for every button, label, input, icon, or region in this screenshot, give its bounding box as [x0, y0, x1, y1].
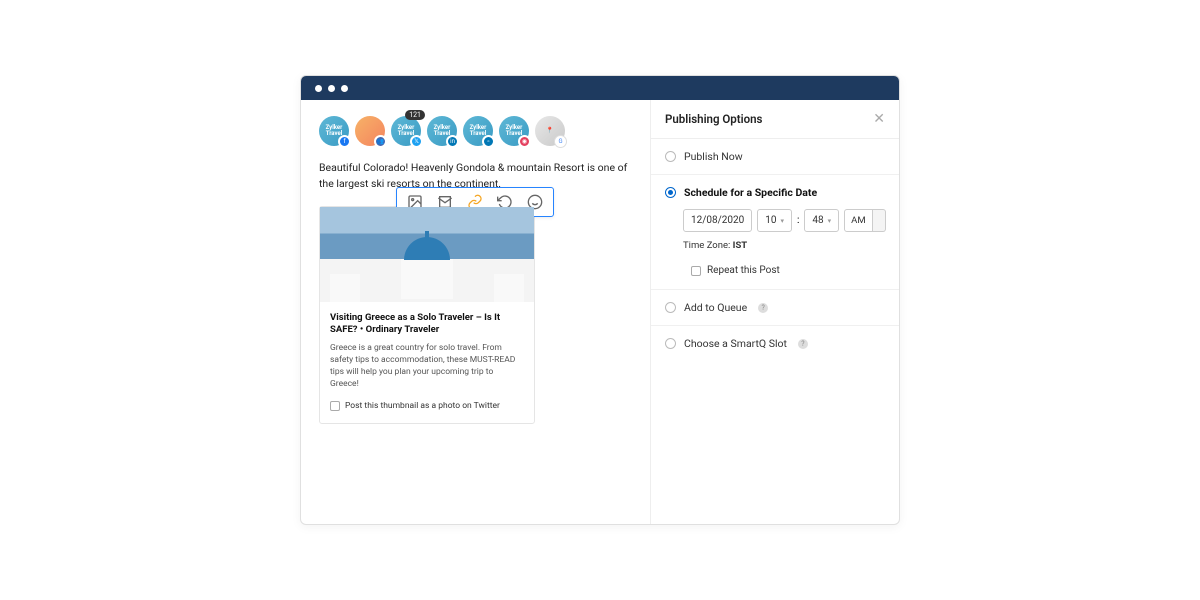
- radio-icon[interactable]: [665, 151, 676, 162]
- panel-title: Publishing Options: [665, 112, 762, 126]
- help-icon[interactable]: ?: [798, 339, 808, 349]
- channel-twitter[interactable]: 121 Zylker Travel 𝕏: [391, 116, 421, 146]
- preview-body: Visiting Greece as a Solo Traveler – Is …: [320, 302, 534, 423]
- radio-icon[interactable]: [665, 338, 676, 349]
- am-button[interactable]: AM: [844, 209, 873, 232]
- option-label: Schedule for a Specific Date: [684, 186, 817, 199]
- chevron-down-icon: ▾: [780, 217, 784, 225]
- checkbox-label: Post this thumbnail as a photo on Twitte…: [345, 401, 500, 411]
- checkbox-icon[interactable]: [691, 266, 701, 276]
- google-badge-icon: G: [554, 135, 567, 148]
- channel-linkedin-page[interactable]: Zylker Travel ▫: [463, 116, 493, 146]
- help-icon[interactable]: ?: [758, 303, 768, 313]
- time-colon: :: [797, 215, 799, 226]
- channel-google[interactable]: 📍 G: [535, 116, 565, 146]
- date-input[interactable]: 12/08/2020: [683, 209, 752, 232]
- channel-instagram[interactable]: Zylker Travel ◉: [499, 116, 529, 146]
- facebook-badge-icon: f: [338, 135, 351, 148]
- timezone-label: Time Zone: IST: [683, 240, 885, 251]
- instagram-badge-icon: ◉: [518, 135, 531, 148]
- window-dot-1: [315, 85, 322, 92]
- channel-avatars: Zylker Travel f 👥 121 Zylker Travel 𝕏 Zy…: [319, 116, 632, 146]
- radio-icon[interactable]: [665, 302, 676, 313]
- app-window: Zylker Travel f 👥 121 Zylker Travel 𝕏 Zy…: [300, 75, 900, 525]
- radio-icon[interactable]: [665, 187, 676, 198]
- repeat-checkbox-row[interactable]: Repeat this Post: [691, 265, 885, 276]
- chevron-down-icon: ▾: [828, 217, 832, 225]
- titlebar: [301, 76, 899, 100]
- option-add-queue[interactable]: Add to Queue ?: [651, 290, 899, 326]
- twitter-badge-icon: 𝕏: [410, 135, 423, 148]
- publishing-panel: Publishing Options ✕ Publish Now Schedul…: [651, 100, 899, 524]
- hour-select[interactable]: 10▾: [757, 209, 792, 232]
- schedule-inputs: 12/08/2020 10▾ : 48▾ AM: [683, 209, 885, 232]
- linkedin-badge-icon: in: [446, 135, 459, 148]
- pm-button[interactable]: [873, 209, 886, 232]
- window-dot-3: [341, 85, 348, 92]
- post-thumbnail-checkbox-row[interactable]: Post this thumbnail as a photo on Twitte…: [330, 401, 524, 411]
- channel-facebook[interactable]: Zylker Travel f: [319, 116, 349, 146]
- option-publish-now[interactable]: Publish Now: [651, 139, 899, 175]
- minute-select[interactable]: 48▾: [804, 209, 839, 232]
- option-schedule[interactable]: Schedule for a Specific Date 12/08/2020 …: [651, 175, 899, 290]
- close-icon[interactable]: ✕: [873, 112, 885, 126]
- preview-desc: Greece is a great country for solo trave…: [330, 343, 524, 391]
- link-preview-card: Visiting Greece as a Solo Traveler – Is …: [319, 206, 535, 424]
- option-smartq[interactable]: Choose a SmartQ Slot ?: [651, 326, 899, 361]
- option-label: Add to Queue: [684, 301, 747, 314]
- repeat-label: Repeat this Post: [707, 265, 780, 276]
- linkedin-page-badge-icon: ▫: [482, 135, 495, 148]
- preview-image: [320, 207, 534, 302]
- group-badge-icon: 👥: [374, 135, 387, 148]
- channel-linkedin[interactable]: Zylker Travel in: [427, 116, 457, 146]
- window-dot-2: [328, 85, 335, 92]
- checkbox-icon[interactable]: [330, 401, 340, 411]
- content-split: Zylker Travel f 👥 121 Zylker Travel 𝕏 Zy…: [301, 100, 899, 524]
- composer-panel: Zylker Travel f 👥 121 Zylker Travel 𝕏 Zy…: [301, 100, 651, 524]
- count-badge: 121: [405, 110, 425, 120]
- ampm-toggle[interactable]: AM: [844, 209, 886, 232]
- preview-title: Visiting Greece as a Solo Traveler – Is …: [330, 312, 524, 338]
- option-label: Publish Now: [684, 150, 743, 163]
- option-label: Choose a SmartQ Slot: [684, 337, 787, 350]
- channel-group[interactable]: 👥: [355, 116, 385, 146]
- panel-header: Publishing Options ✕: [651, 100, 899, 139]
